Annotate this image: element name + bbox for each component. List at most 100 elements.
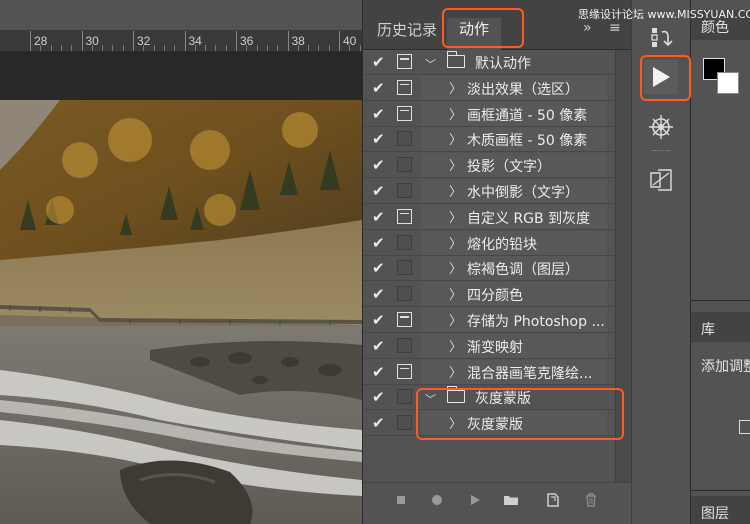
action-label: 四分颜色 xyxy=(467,288,523,305)
toggle-item-check-icon[interactable]: ✔ xyxy=(372,337,385,355)
chevron-right-icon[interactable]: 〉 xyxy=(449,413,462,432)
toggle-item-check-icon[interactable]: ✔ xyxy=(372,156,385,174)
toggle-dialog-icon[interactable] xyxy=(397,54,412,69)
ruler-minor-mark xyxy=(349,45,351,51)
tab-actions[interactable]: 动作 xyxy=(447,18,502,50)
action-row[interactable]: ✔ 〉存储为 Photoshop ... xyxy=(363,308,615,333)
toggle-dialog-icon[interactable] xyxy=(397,234,412,250)
toggle-item-check-icon[interactable]: ✔ xyxy=(372,414,385,432)
toggle-dialog-icon[interactable] xyxy=(397,79,412,95)
action-label: 水中倒影（文字） xyxy=(467,185,579,201)
ruler-major-mark xyxy=(184,31,186,51)
toggle-item-check-icon[interactable]: ✔ xyxy=(372,53,385,71)
toggle-dialog-icon[interactable] xyxy=(397,337,412,353)
ruler-minor-mark xyxy=(40,45,42,51)
action-row[interactable]: ✔ 〉棕褐色调（图层） xyxy=(363,256,615,282)
toggle-dialog-icon[interactable] xyxy=(397,157,412,173)
collapse-panels-icon[interactable]: » xyxy=(583,20,592,36)
tab-layers[interactable]: 图层 xyxy=(691,496,750,524)
ruler-minor-mark xyxy=(91,45,93,51)
action-label: 渐变映射 xyxy=(467,339,523,356)
toggle-dialog-icon[interactable] xyxy=(397,260,412,276)
action-set-row[interactable]: ✔ ﹀ 默认动作 xyxy=(363,50,615,75)
actions-scrollbar[interactable] xyxy=(615,50,631,482)
background-color-swatch[interactable] xyxy=(717,72,739,94)
action-row[interactable]: ✔ 〉水中倒影（文字） xyxy=(363,179,615,204)
toggle-item-check-icon[interactable]: ✔ xyxy=(372,363,385,381)
landscape-image xyxy=(0,100,362,524)
action-row[interactable]: ✔ 〉灰度蒙版 xyxy=(363,411,615,437)
panel-divider xyxy=(691,300,750,301)
toggle-dialog-icon[interactable] xyxy=(397,131,412,147)
toggle-item-check-icon[interactable]: ✔ xyxy=(372,234,385,252)
ruler-minor-mark xyxy=(163,45,165,51)
ruler-major-mark xyxy=(81,31,83,51)
toggle-dialog-icon[interactable] xyxy=(397,312,412,327)
action-row[interactable]: ✔ 〉自定义 RGB 到灰度 xyxy=(363,204,615,230)
chevron-right-icon[interactable]: 〉 xyxy=(449,155,462,174)
properties-icon[interactable] xyxy=(646,165,676,195)
panel-icon-strip xyxy=(631,0,689,524)
toggle-dialog-icon[interactable] xyxy=(397,415,412,431)
action-set-row[interactable]: ✔ ﹀ 灰度蒙版 xyxy=(363,385,615,411)
row-separator xyxy=(363,435,615,437)
chevron-right-icon[interactable]: 〉 xyxy=(449,362,462,381)
toggle-item-check-icon[interactable]: ✔ xyxy=(372,285,385,303)
play-icon[interactable] xyxy=(467,492,483,508)
actions-panel: 历史记录 动作 » ≡ ✔ ﹀ 默认动作 ✔ 〉淡出效果（选区） ✔ 〉画框通道 - 50 … xyxy=(362,0,631,524)
ruler-minor-mark xyxy=(143,45,145,51)
action-row[interactable]: ✔ 〉渐变映射 xyxy=(363,333,615,359)
toggle-dialog-icon[interactable] xyxy=(397,208,412,224)
chevron-right-icon[interactable]: 〉 xyxy=(449,104,462,123)
action-row[interactable]: ✔ 〉投影（文字） xyxy=(363,153,615,179)
action-row[interactable]: ✔ 〉四分颜色 xyxy=(363,282,615,308)
toggle-item-check-icon[interactable]: ✔ xyxy=(372,79,385,97)
toggle-item-check-icon[interactable]: ✔ xyxy=(372,388,385,406)
toggle-dialog-icon[interactable] xyxy=(397,105,412,121)
chevron-down-icon[interactable]: ﹀ xyxy=(425,391,436,407)
chevron-right-icon[interactable]: 〉 xyxy=(449,233,462,252)
toggle-dialog-icon[interactable] xyxy=(397,389,412,405)
toggle-item-check-icon[interactable]: ✔ xyxy=(372,105,385,123)
new-action-icon[interactable] xyxy=(545,492,561,508)
navigator-icon[interactable] xyxy=(646,112,676,142)
toggle-item-check-icon[interactable]: ✔ xyxy=(372,259,385,277)
document-photo[interactable] xyxy=(0,100,362,524)
panel-menu-icon[interactable]: ≡ xyxy=(609,20,621,36)
tab-history[interactable]: 历史记录 xyxy=(377,19,437,40)
chevron-right-icon[interactable]: 〉 xyxy=(449,207,462,226)
chevron-right-icon[interactable]: 〉 xyxy=(449,284,462,303)
record-icon[interactable] xyxy=(429,492,445,508)
ruler-minor-mark xyxy=(71,45,73,51)
trash-icon[interactable] xyxy=(583,492,599,508)
actions-play-icon[interactable] xyxy=(644,60,678,94)
history-icon[interactable] xyxy=(646,22,676,52)
action-row[interactable]: ✔ 〉淡出效果（选区） xyxy=(363,75,615,101)
toggle-dialog-icon[interactable] xyxy=(397,286,412,302)
action-row[interactable]: ✔ 〉画框通道 - 50 像素 xyxy=(363,101,615,127)
action-row[interactable]: ✔ 〉木质画框 - 50 像素 xyxy=(363,127,615,153)
toggle-item-check-icon[interactable]: ✔ xyxy=(372,208,385,226)
action-row[interactable]: ✔ 〉混合器画笔克隆绘... xyxy=(363,359,615,385)
chevron-right-icon[interactable]: 〉 xyxy=(449,129,462,148)
chevron-right-icon[interactable]: 〉 xyxy=(449,336,462,355)
chevron-right-icon[interactable]: 〉 xyxy=(449,78,462,97)
chevron-right-icon[interactable]: 〉 xyxy=(449,310,462,329)
toggle-item-check-icon[interactable]: ✔ xyxy=(372,182,385,200)
toggle-dialog-icon[interactable] xyxy=(397,363,412,379)
right-panel-column: 颜色 库 添加调整 图层 xyxy=(690,0,750,524)
action-label: 木质画框 - 50 像素 xyxy=(467,133,588,150)
chevron-down-icon[interactable]: ﹀ xyxy=(425,56,436,72)
canvas-top-strip xyxy=(0,0,362,30)
new-set-icon[interactable] xyxy=(503,492,519,508)
stop-icon[interactable] xyxy=(393,492,409,508)
toggle-item-check-icon[interactable]: ✔ xyxy=(372,311,385,329)
action-set-label: 灰度蒙版 xyxy=(475,391,531,408)
action-row[interactable]: ✔ 〉熔化的铅块 xyxy=(363,230,615,256)
chevron-right-icon[interactable]: 〉 xyxy=(449,181,462,200)
adjustment-icon[interactable] xyxy=(739,420,750,434)
chevron-right-icon[interactable]: 〉 xyxy=(449,258,462,277)
tab-library[interactable]: 库 xyxy=(691,312,750,342)
toggle-item-check-icon[interactable]: ✔ xyxy=(372,130,385,148)
toggle-dialog-icon[interactable] xyxy=(397,183,412,198)
